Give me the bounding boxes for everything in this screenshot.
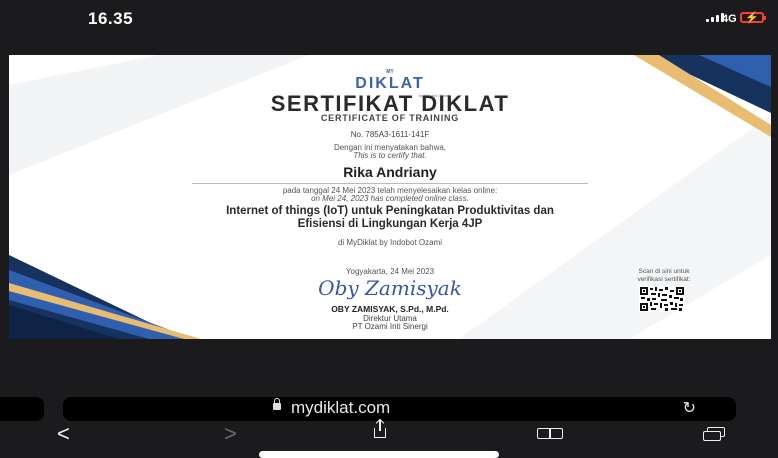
place-date: Yogyakarta, 24 Mei 2023 [345, 267, 435, 276]
battery-icon: ⚡ [740, 12, 766, 24]
bookmarks-icon[interactable] [537, 428, 567, 440]
verification-note: Scan di sini untuk verifikasi sertifikat… [637, 268, 691, 283]
signer-organization: PT Ozami Inti Sinergi [352, 322, 428, 331]
signature: Oby Zamisyak [318, 276, 462, 300]
signer-name: OBY ZAMISYAK, S.Pd., M.Pd. [331, 304, 449, 314]
provider-text: di MyDiklat by Indobot Ozami [337, 238, 443, 247]
status-bar: 16.35 4G ⚡ [0, 0, 778, 36]
previous-tab-pill[interactable] [0, 397, 44, 421]
home-indicator[interactable] [259, 451, 499, 458]
clock: 16.35 [88, 9, 134, 28]
reload-icon[interactable]: ↻ [683, 398, 696, 418]
certificate-number: No. 785A3-1611-141F [350, 130, 430, 139]
back-arrow-icon[interactable]: < [57, 423, 70, 445]
completion-text-en: on Mei 24, 2023 has completed online cla… [311, 194, 469, 203]
recipient-name: Rika Andriany [343, 164, 437, 180]
course-title-line1: Internet of things (IoT) untuk Peningkat… [226, 205, 554, 217]
intro-text-en: This is to certify that. [353, 151, 427, 160]
certificate-subtitle: CERTIFICATE OF TRAINING [320, 113, 460, 123]
name-divider [192, 183, 588, 184]
certificate: MY DIKLAT by Indobot Ozami SERTIFIKAT DI… [9, 55, 771, 339]
forward-arrow-icon[interactable]: > [224, 423, 237, 445]
charging-bolt-icon: ⚡ [745, 12, 759, 24]
url-text[interactable]: mydiklat.com [291, 398, 390, 418]
network-type: 4G [722, 13, 737, 25]
share-icon[interactable] [374, 420, 386, 438]
qr-code-icon [639, 286, 685, 312]
page-background [0, 339, 778, 396]
course-title-line2: Efisiensi di Lingkungan Kerja 4JP [297, 218, 483, 230]
address-bar[interactable]: mydiklat.com ↻ [63, 397, 736, 421]
lock-icon [273, 398, 281, 410]
tabs-icon[interactable] [703, 427, 727, 441]
